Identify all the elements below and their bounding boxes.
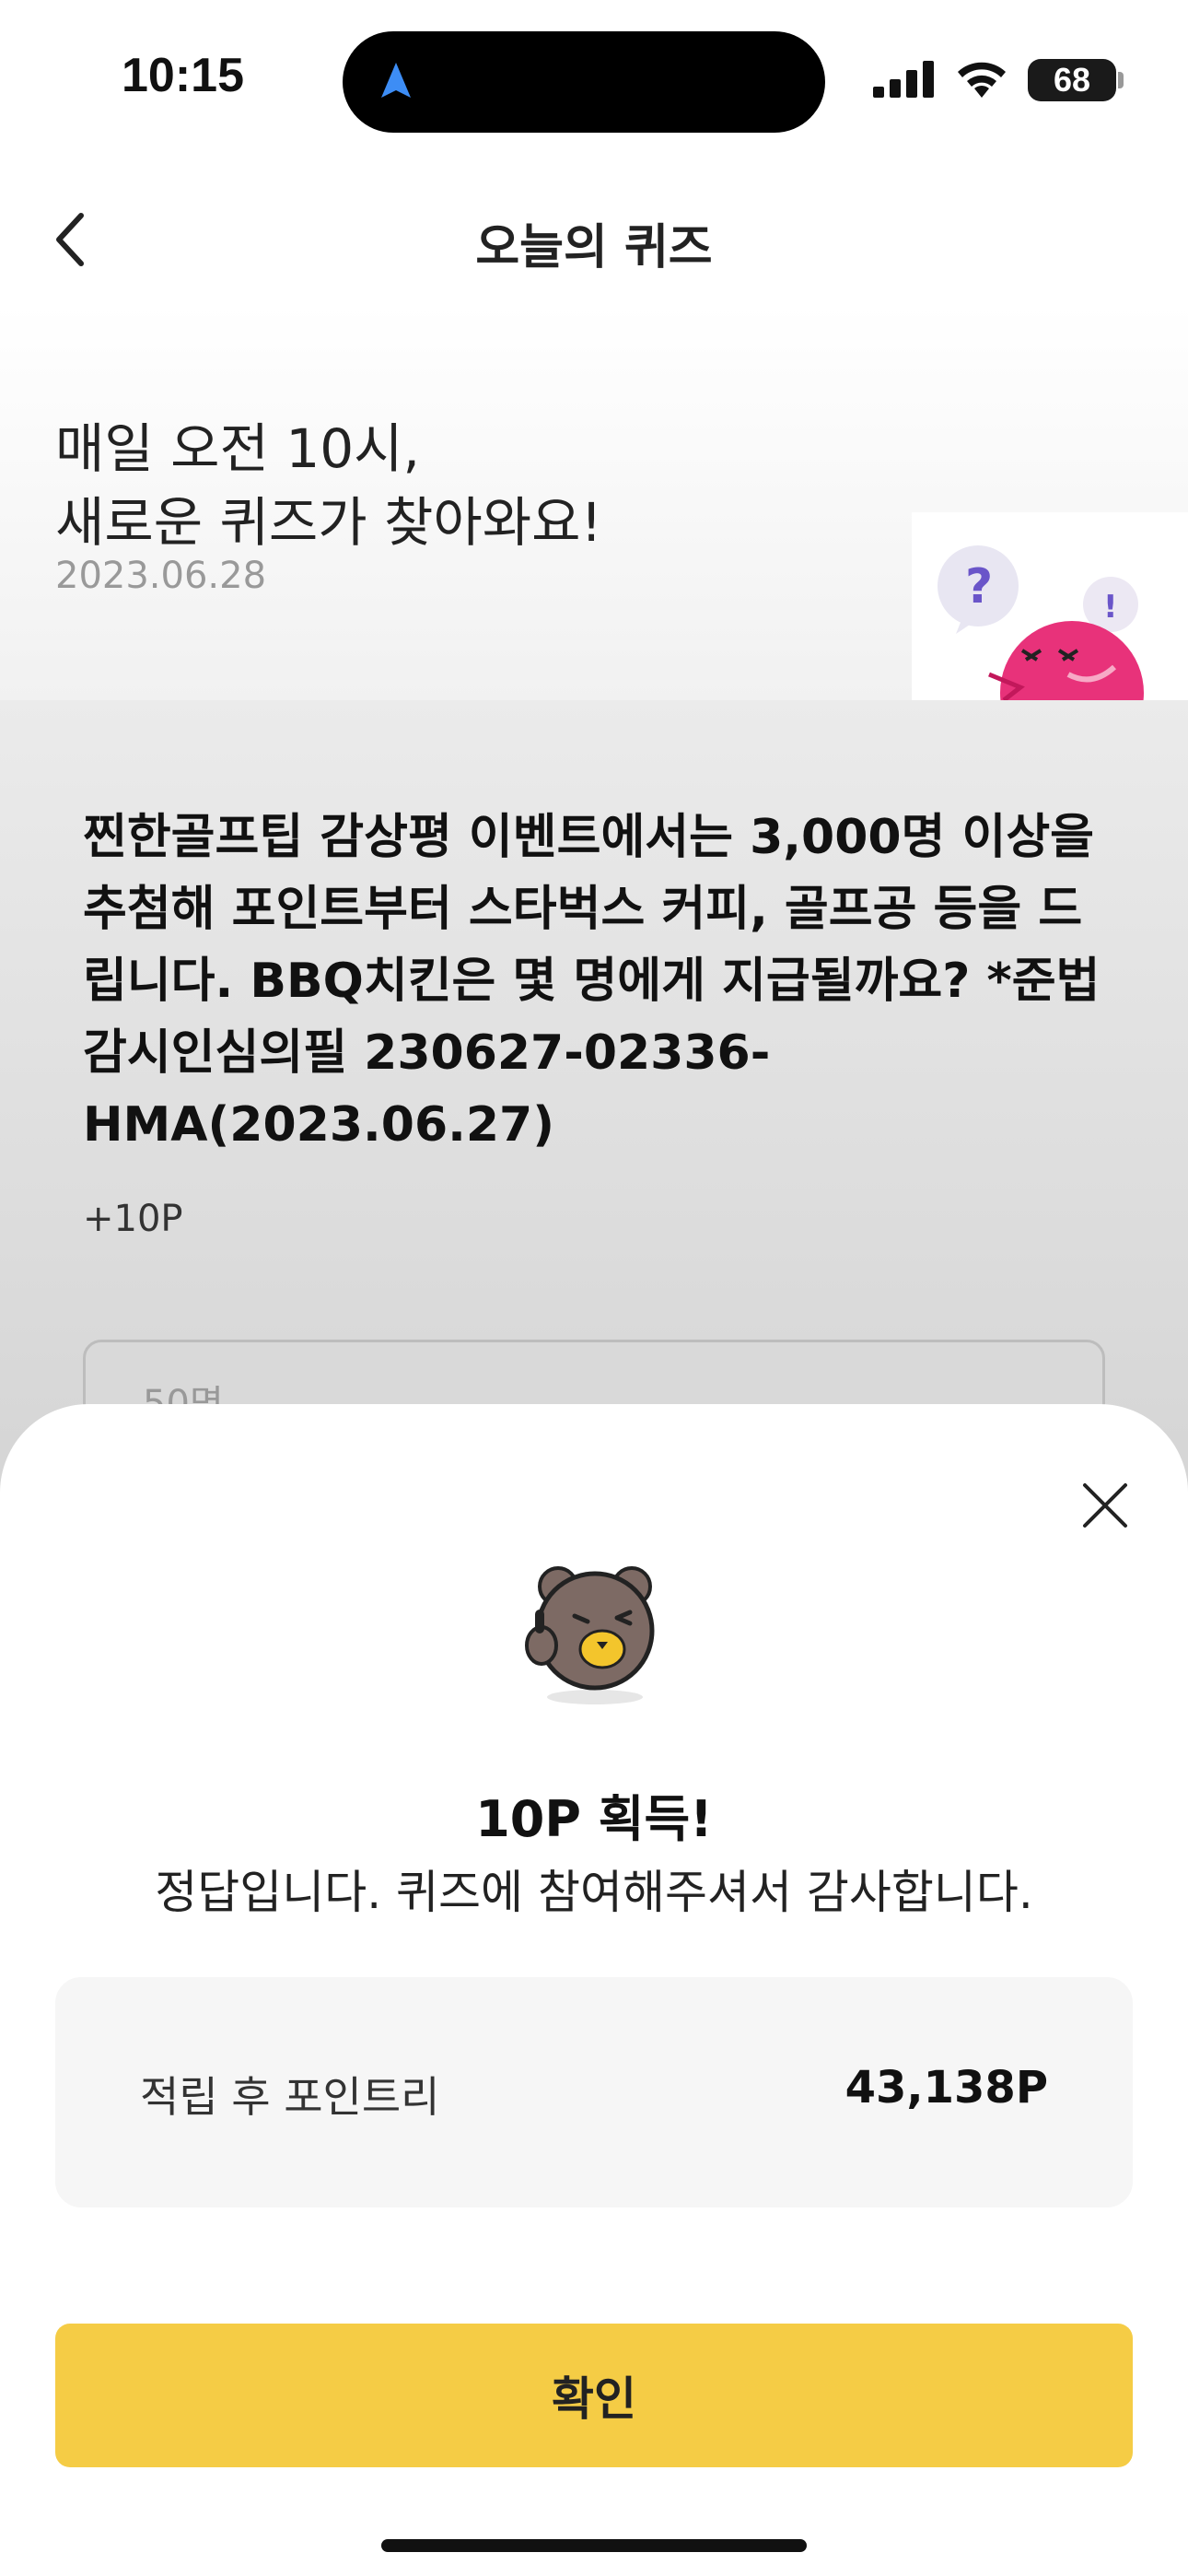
result-bottom-sheet: 10P 획득! 정답입니다. 퀴즈에 참여해주셔서 감사합니다. 적립 후 포인… [0, 1404, 1188, 2576]
home-indicator [381, 2539, 807, 2552]
quiz-page: 10:15 68 오늘의 퀴즈 매일 오전 10시, 새로운 퀴즈가 찾아와요!… [0, 0, 1188, 2576]
intro-line-2: 새로운 퀴즈가 찾아와요! [55, 491, 602, 554]
wifi-icon [958, 62, 1006, 98]
reward-message: 정답입니다. 퀴즈에 참여해주셔서 감사합니다. [155, 1866, 1033, 1919]
page-title: 오늘의 퀴즈 [475, 220, 713, 275]
close-icon[interactable] [1079, 1480, 1131, 1531]
intro-line-1: 매일 오전 10시, [55, 417, 420, 480]
status-time: 10:15 [122, 49, 244, 102]
navigation-arrow-icon [381, 63, 411, 98]
header: 오늘의 퀴즈 [0, 175, 1188, 304]
svg-text:!: ! [1103, 589, 1118, 626]
quiz-question: 찐한골프팁 감상평 이벤트에서는 3,000명 이상을 추첨해 포인트부터 스타… [83, 810, 1101, 1153]
intro-date: 2023.06.28 [55, 555, 267, 597]
reward-title: 10P 획득! [475, 1790, 713, 1848]
bear-thumbs-up-icon [525, 1566, 655, 1704]
svg-text:?: ? [965, 559, 993, 615]
quiz-reward: +10P [83, 1198, 183, 1240]
battery-tip [1118, 72, 1124, 88]
battery-icon: 68 [1028, 59, 1116, 101]
points-summary: 적립 후 포인트리 43,138P [55, 1977, 1133, 2207]
points-value: 43,138P [844, 2062, 1048, 2113]
question-mascot-icon: ? ! [938, 545, 1144, 700]
status-bar: 10:15 68 [0, 0, 1188, 157]
confirm-button[interactable]: 확인 [55, 2324, 1133, 2467]
points-label: 적립 후 포인트리 [140, 2072, 440, 2122]
quiz-mascot-illustration: ? ! [912, 512, 1188, 700]
signal-icon [873, 61, 934, 98]
